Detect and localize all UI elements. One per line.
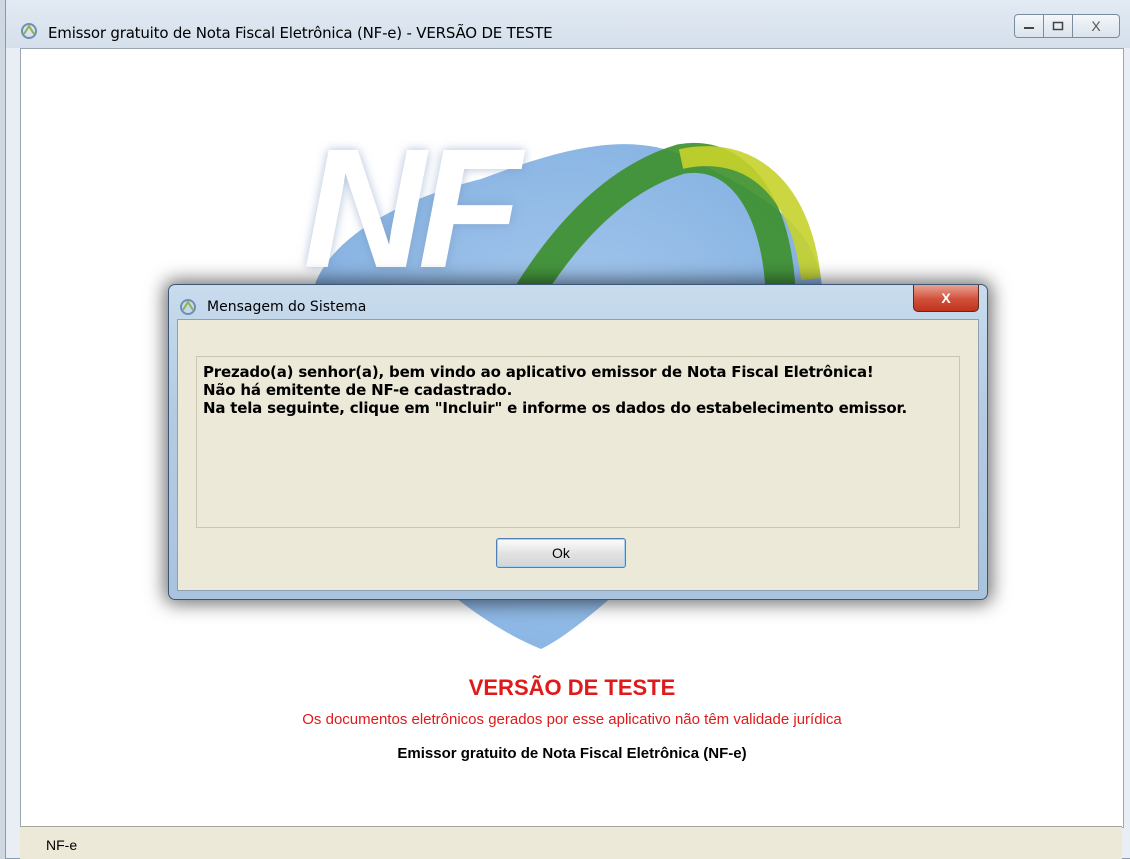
minimize-button[interactable] xyxy=(1014,14,1044,38)
window-controls: X xyxy=(1014,14,1120,38)
message-line: Não há emitente de NF-e cadastrado. xyxy=(203,381,513,399)
maximize-icon xyxy=(1052,21,1064,31)
version-subtitle: Os documentos eletrônicos gerados por es… xyxy=(302,711,842,728)
maximize-button[interactable] xyxy=(1043,14,1073,38)
close-button[interactable]: X xyxy=(1072,14,1120,38)
version-title: VERSÃO DE TESTE xyxy=(468,675,676,700)
status-bar: NF-e xyxy=(20,826,1122,859)
minimize-icon xyxy=(1024,27,1034,29)
close-icon: X xyxy=(1091,18,1101,34)
window-title: Emissor gratuito de Nota Fiscal Eletrôni… xyxy=(48,24,553,42)
title-bar[interactable]: Emissor gratuito de Nota Fiscal Eletrôni… xyxy=(6,0,1130,48)
system-message-dialog: Mensagem do Sistema X Prezado(a) senhor(… xyxy=(168,284,988,600)
app-name: Emissor gratuito de Nota Fiscal Eletrôni… xyxy=(397,745,747,762)
close-icon: X xyxy=(941,290,951,306)
dialog-close-button[interactable]: X xyxy=(913,285,979,312)
status-text: NF-e xyxy=(46,837,78,853)
app-icon xyxy=(21,23,37,39)
dialog-body: Prezado(a) senhor(a), bem vindo ao aplic… xyxy=(177,319,979,591)
app-icon xyxy=(180,299,196,315)
dialog-title: Mensagem do Sistema xyxy=(207,299,367,315)
message-box: Prezado(a) senhor(a), bem vindo ao aplic… xyxy=(196,356,960,528)
logo-text: NF xyxy=(303,114,522,304)
message-line: Na tela seguinte, clique em "Incluir" e … xyxy=(203,399,908,417)
message-line: Prezado(a) senhor(a), bem vindo ao aplic… xyxy=(203,363,874,381)
ok-button[interactable]: Ok xyxy=(496,538,626,568)
